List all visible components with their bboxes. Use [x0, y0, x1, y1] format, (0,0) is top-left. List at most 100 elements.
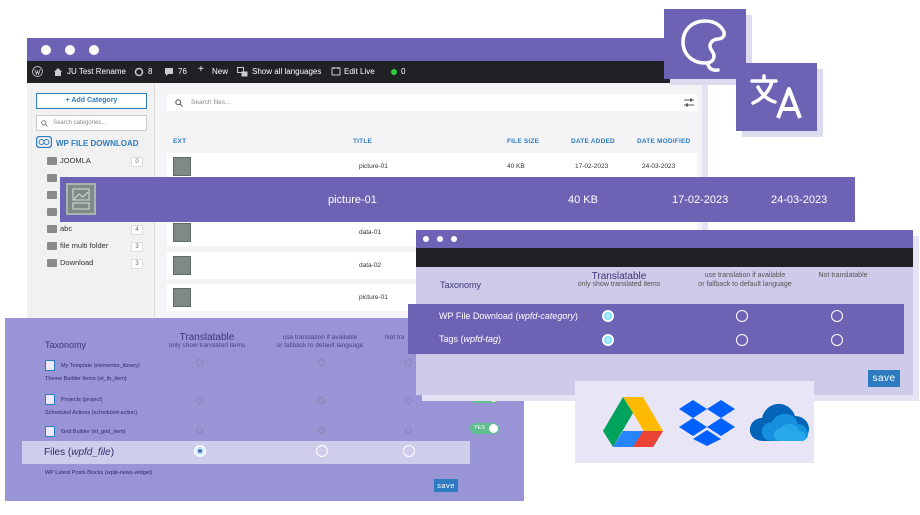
plus-icon: + — [198, 64, 204, 75]
save-button[interactable]: save — [868, 370, 900, 387]
taxonomy-item: WP Latest Posts Blocks (wplp-news-widget… — [45, 470, 153, 476]
radio-translatable-selected[interactable] — [602, 310, 614, 322]
radio-fallback[interactable] — [316, 445, 328, 457]
new-link[interactable]: New — [212, 67, 228, 76]
taxonomy-item: Projects (project) — [61, 397, 103, 403]
data-file-icon — [173, 223, 191, 242]
folder-icon — [47, 242, 57, 250]
not-translatable-header: Not translatable — [818, 272, 868, 279]
radio-fallback[interactable] — [318, 397, 325, 404]
folder-label: Download — [60, 258, 94, 267]
radio-translatable[interactable] — [196, 397, 203, 404]
file-title: data-02 — [359, 262, 382, 269]
languages-icon — [237, 67, 248, 77]
plugin-logo-icon — [681, 19, 726, 72]
file-size: 40 KB — [507, 163, 525, 170]
image-file-icon — [66, 183, 96, 215]
save-button[interactable]: save — [434, 479, 458, 492]
add-category-button[interactable]: + Add Category — [36, 93, 147, 109]
home-icon — [54, 68, 62, 76]
template-icon — [45, 360, 55, 371]
google-drive-icon[interactable] — [602, 396, 664, 448]
site-name-link[interactable]: JU Test Rename — [67, 67, 126, 76]
column-header-ext[interactable]: EXT — [173, 138, 186, 145]
window-dot[interactable] — [423, 236, 429, 242]
folder-item[interactable]: Download 3 — [47, 258, 147, 270]
yes-toggle[interactable]: YES — [470, 423, 499, 434]
column-header-size[interactable]: FILE SIZE — [507, 138, 539, 145]
taxonomy-header: Taxonomy — [440, 280, 482, 290]
image-file-icon — [173, 157, 191, 176]
wpfd-logo-icon — [36, 136, 52, 148]
fallback-header-line2: or fallback to default language — [698, 281, 792, 288]
image-file-icon — [173, 288, 191, 307]
radio-fallback[interactable] — [318, 359, 325, 366]
window-dot[interactable] — [451, 236, 457, 242]
search-categories-input[interactable]: Search categories... — [36, 115, 147, 131]
updates-count[interactable]: 8 — [148, 67, 152, 76]
show-languages-link[interactable]: Show all languages — [252, 67, 321, 76]
folder-item[interactable]: file multi folder 3 — [47, 241, 147, 253]
template-icon — [45, 426, 55, 437]
radio-not-translatable[interactable] — [403, 445, 415, 457]
fallback-header-line2: or fallback to default language — [276, 342, 364, 349]
wordpress-logo-icon[interactable] — [32, 66, 43, 77]
radio-not-translatable[interactable] — [831, 310, 843, 322]
files-taxonomy-row[interactable]: Files (wpfd_file) — [22, 441, 470, 464]
radio-fallback[interactable] — [318, 427, 325, 434]
fallback-header-line1: use translation if available — [282, 334, 358, 341]
radio-not-translatable[interactable] — [831, 334, 843, 346]
file-title: data-01 — [359, 229, 382, 236]
folder-icon — [47, 208, 57, 216]
window-dot[interactable] — [65, 45, 75, 55]
folder-icon — [47, 157, 57, 165]
window-titlebar — [27, 38, 702, 61]
filter-sliders-icon[interactable] — [684, 98, 694, 107]
highlight-added: 17-02-2023 — [672, 194, 729, 206]
highlighted-file-row[interactable]: picture-01 40 KB 17-02-2023 24-03-2023 — [60, 177, 855, 222]
folder-item[interactable]: JOOMLA 0 — [47, 156, 147, 168]
window-dot[interactable] — [89, 45, 99, 55]
radio-not-translatable[interactable] — [405, 397, 412, 404]
radio-translatable[interactable] — [196, 427, 203, 434]
radio-fallback[interactable] — [736, 334, 748, 346]
status-count[interactable]: 0 — [401, 67, 405, 76]
folder-label: abc — [60, 224, 73, 233]
comments-count[interactable]: 76 — [178, 67, 187, 76]
file-date-added: 17-02-2023 — [575, 163, 609, 170]
column-header-modified[interactable]: DATE MODIFIED — [637, 138, 690, 145]
file-date-modified: 24-03-2023 — [642, 163, 676, 170]
radio-translatable-selected[interactable] — [194, 445, 206, 457]
taxonomy-rows: WP File Download (wpfd-category) Tags (w… — [408, 304, 904, 354]
search-files-input[interactable]: Search files... — [167, 94, 697, 111]
dropbox-icon[interactable] — [678, 399, 736, 447]
search-icon — [175, 99, 183, 107]
folder-item[interactable]: abc 4 — [47, 224, 147, 236]
radio-translatable-selected[interactable] — [602, 334, 614, 346]
file-title: picture-01 — [359, 163, 388, 170]
window-dot[interactable] — [437, 236, 443, 242]
translate-badge — [736, 63, 817, 131]
files-taxonomy-label: Files (wpfd_file) — [44, 447, 115, 458]
radio-not-translatable[interactable] — [405, 359, 412, 366]
taxonomy-item: My Template (elementor_library) — [61, 363, 140, 369]
search-files-placeholder: Search files... — [191, 99, 231, 106]
window-titlebar — [416, 230, 913, 248]
edit-live-icon — [331, 67, 341, 76]
column-header-added[interactable]: DATE ADDED — [571, 138, 615, 145]
folder-icon — [47, 174, 57, 182]
toggle-knob — [489, 424, 498, 433]
column-header-title[interactable]: TITLE — [353, 138, 372, 145]
edit-live-link[interactable]: Edit Live — [344, 67, 375, 76]
radio-translatable[interactable] — [196, 359, 203, 366]
wp-admin-bar — [416, 248, 913, 267]
radio-fallback[interactable] — [736, 310, 748, 322]
onedrive-icon[interactable] — [748, 401, 810, 443]
wpfd-brand-label: WP FILE DOWNLOAD — [56, 139, 139, 148]
cloud-integrations — [575, 381, 814, 463]
taxonomy-row-label: WP File Download (wpfd-category) — [439, 311, 578, 321]
window-dot[interactable] — [41, 45, 51, 55]
radio-not-translatable[interactable] — [405, 427, 412, 434]
plugin-logo-badge — [664, 9, 746, 79]
table-row[interactable]: picture-01 40 KB 17-02-2023 24-03-2023 — [167, 153, 697, 180]
